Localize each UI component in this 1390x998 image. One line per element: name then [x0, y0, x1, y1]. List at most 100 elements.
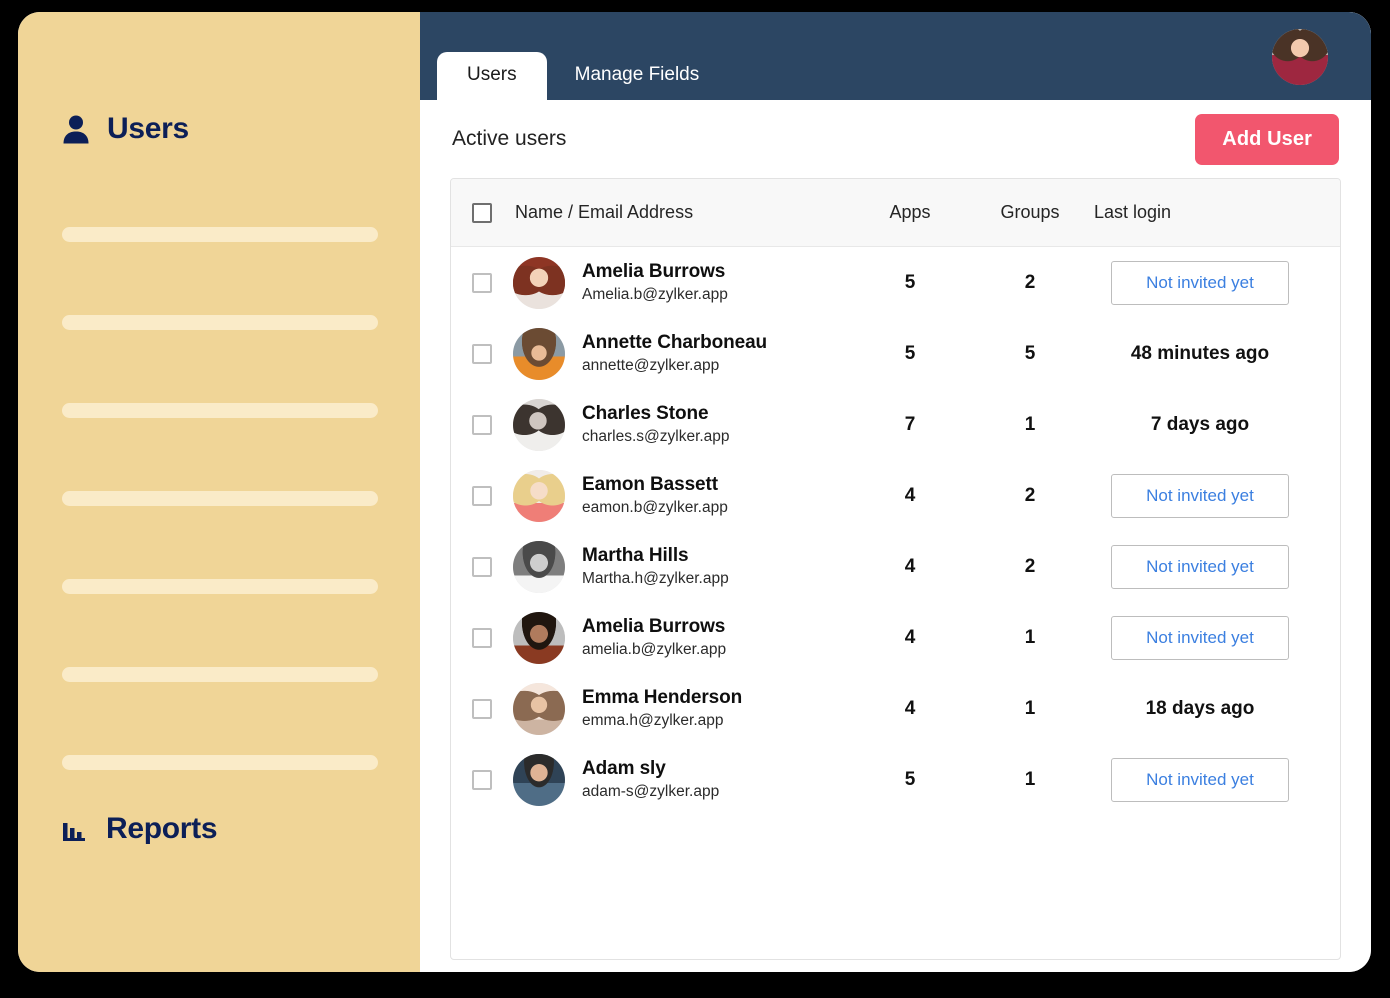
column-header-name[interactable]: Name / Email Address	[513, 202, 850, 223]
user-name: Emma Henderson	[582, 687, 742, 709]
last-login-text: 7 days ago	[1151, 414, 1249, 436]
not-invited-yet-button[interactable]: Not invited yet	[1111, 261, 1289, 305]
not-invited-yet-button[interactable]: Not invited yet	[1111, 474, 1289, 518]
avatar-image	[1272, 29, 1328, 85]
avatar-image	[513, 683, 565, 735]
groups-cell: 1	[970, 414, 1090, 436]
sidebar: Users Reports	[18, 12, 420, 972]
avatar-image	[513, 328, 565, 380]
apps-count: 4	[905, 698, 916, 719]
last-login-text: 48 minutes ago	[1131, 343, 1269, 365]
avatar-image	[513, 541, 565, 593]
tab-manage-fields[interactable]: Manage Fields	[547, 52, 728, 100]
main-pane: Users Manage Fields Active users Add Use…	[420, 12, 1371, 972]
apps-cell: 4	[850, 485, 970, 507]
user-email: annette@zylker.app	[582, 357, 767, 375]
groups-cell: 2	[970, 272, 1090, 294]
sidebar-placeholder-list	[62, 227, 378, 843]
row-checkbox[interactable]	[472, 628, 492, 648]
table-row[interactable]: Emma Henderson emma.h@zylker.app 4 1 18 …	[451, 673, 1340, 744]
avatar	[513, 470, 565, 522]
column-header-groups[interactable]: Groups	[970, 202, 1090, 223]
app-window: Users Reports	[18, 12, 1371, 972]
avatar	[513, 541, 565, 593]
not-invited-yet-button[interactable]: Not invited yet	[1111, 616, 1289, 660]
apps-count: 5	[905, 769, 916, 790]
avatar-image	[513, 470, 565, 522]
table-row[interactable]: Martha Hills Martha.h@zylker.app 4 2 Not…	[451, 531, 1340, 602]
sidebar-item-users[interactable]: Users	[62, 112, 189, 146]
user-email: Martha.h@zylker.app	[582, 570, 729, 588]
apps-count: 5	[905, 343, 916, 364]
user-email: emma.h@zylker.app	[582, 712, 742, 730]
row-select-cell	[451, 344, 513, 364]
table-row[interactable]: Charles Stone charles.s@zylker.app 7 1 7…	[451, 389, 1340, 460]
avatar	[513, 754, 565, 806]
avatar	[513, 612, 565, 664]
users-table: Name / Email Address Apps Groups Last lo…	[450, 178, 1341, 960]
row-checkbox[interactable]	[472, 415, 492, 435]
apps-cell: 5	[850, 769, 970, 791]
add-user-button[interactable]: Add User	[1195, 114, 1339, 165]
table-row[interactable]: Eamon Bassett eamon.b@zylker.app 4 2 Not…	[451, 460, 1340, 531]
account-avatar[interactable]	[1272, 29, 1328, 85]
row-checkbox[interactable]	[472, 770, 492, 790]
row-checkbox[interactable]	[472, 344, 492, 364]
user-name: Charles Stone	[582, 403, 730, 425]
row-select-cell	[451, 699, 513, 719]
row-checkbox[interactable]	[472, 699, 492, 719]
user-cell: Annette Charboneau annette@zylker.app	[513, 328, 850, 380]
table-row[interactable]: Amelia Burrows Amelia.b@zylker.app 5 2 N…	[451, 247, 1340, 318]
avatar	[513, 328, 565, 380]
groups-count: 1	[1025, 414, 1036, 435]
user-email: charles.s@zylker.app	[582, 428, 730, 446]
avatar-image	[513, 399, 565, 451]
groups-cell: 1	[970, 769, 1090, 791]
select-all-checkbox[interactable]	[472, 203, 492, 223]
groups-count: 2	[1025, 556, 1036, 577]
avatar-image	[513, 612, 565, 664]
column-header-apps[interactable]: Apps	[850, 202, 970, 223]
last-login-cell: Not invited yet	[1090, 474, 1340, 518]
user-cell: Adam sly adam-s@zylker.app	[513, 754, 850, 806]
user-name: Amelia Burrows	[582, 261, 728, 283]
groups-cell: 5	[970, 343, 1090, 365]
row-select-cell	[451, 273, 513, 293]
user-cell: Martha Hills Martha.h@zylker.app	[513, 541, 850, 593]
sidebar-placeholder-bar	[62, 667, 378, 682]
tab-users[interactable]: Users	[437, 52, 547, 100]
user-email: Amelia.b@zylker.app	[582, 286, 728, 304]
table-row[interactable]: Annette Charboneau annette@zylker.app 5 …	[451, 318, 1340, 389]
apps-count: 5	[905, 272, 916, 293]
table-header-row: Name / Email Address Apps Groups Last lo…	[451, 179, 1340, 247]
user-cell: Amelia Burrows Amelia.b@zylker.app	[513, 257, 850, 309]
column-header-last-login[interactable]: Last login	[1090, 202, 1340, 223]
apps-count: 4	[905, 485, 916, 506]
user-cell: Eamon Bassett eamon.b@zylker.app	[513, 470, 850, 522]
last-login-cell: Not invited yet	[1090, 261, 1340, 305]
user-cell: Emma Henderson emma.h@zylker.app	[513, 683, 850, 735]
last-login-cell: 7 days ago	[1090, 414, 1340, 436]
sidebar-placeholder-bar	[62, 491, 378, 506]
row-checkbox[interactable]	[472, 557, 492, 577]
sidebar-placeholder-bar	[62, 755, 378, 770]
row-checkbox[interactable]	[472, 273, 492, 293]
sidebar-item-reports[interactable]: Reports	[62, 812, 217, 846]
apps-cell: 7	[850, 414, 970, 436]
groups-cell: 1	[970, 698, 1090, 720]
avatar	[513, 683, 565, 735]
row-checkbox[interactable]	[472, 486, 492, 506]
avatar	[513, 257, 565, 309]
row-select-cell	[451, 486, 513, 506]
table-row[interactable]: Adam sly adam-s@zylker.app 5 1 Not invit…	[451, 744, 1340, 815]
user-name: Martha Hills	[582, 545, 729, 567]
last-login-cell: Not invited yet	[1090, 545, 1340, 589]
apps-cell: 4	[850, 698, 970, 720]
apps-count: 4	[905, 556, 916, 577]
groups-count: 5	[1025, 343, 1036, 364]
sidebar-item-label: Reports	[106, 812, 217, 846]
row-select-cell	[451, 557, 513, 577]
not-invited-yet-button[interactable]: Not invited yet	[1111, 545, 1289, 589]
not-invited-yet-button[interactable]: Not invited yet	[1111, 758, 1289, 802]
table-row[interactable]: Amelia Burrows amelia.b@zylker.app 4 1 N…	[451, 602, 1340, 673]
